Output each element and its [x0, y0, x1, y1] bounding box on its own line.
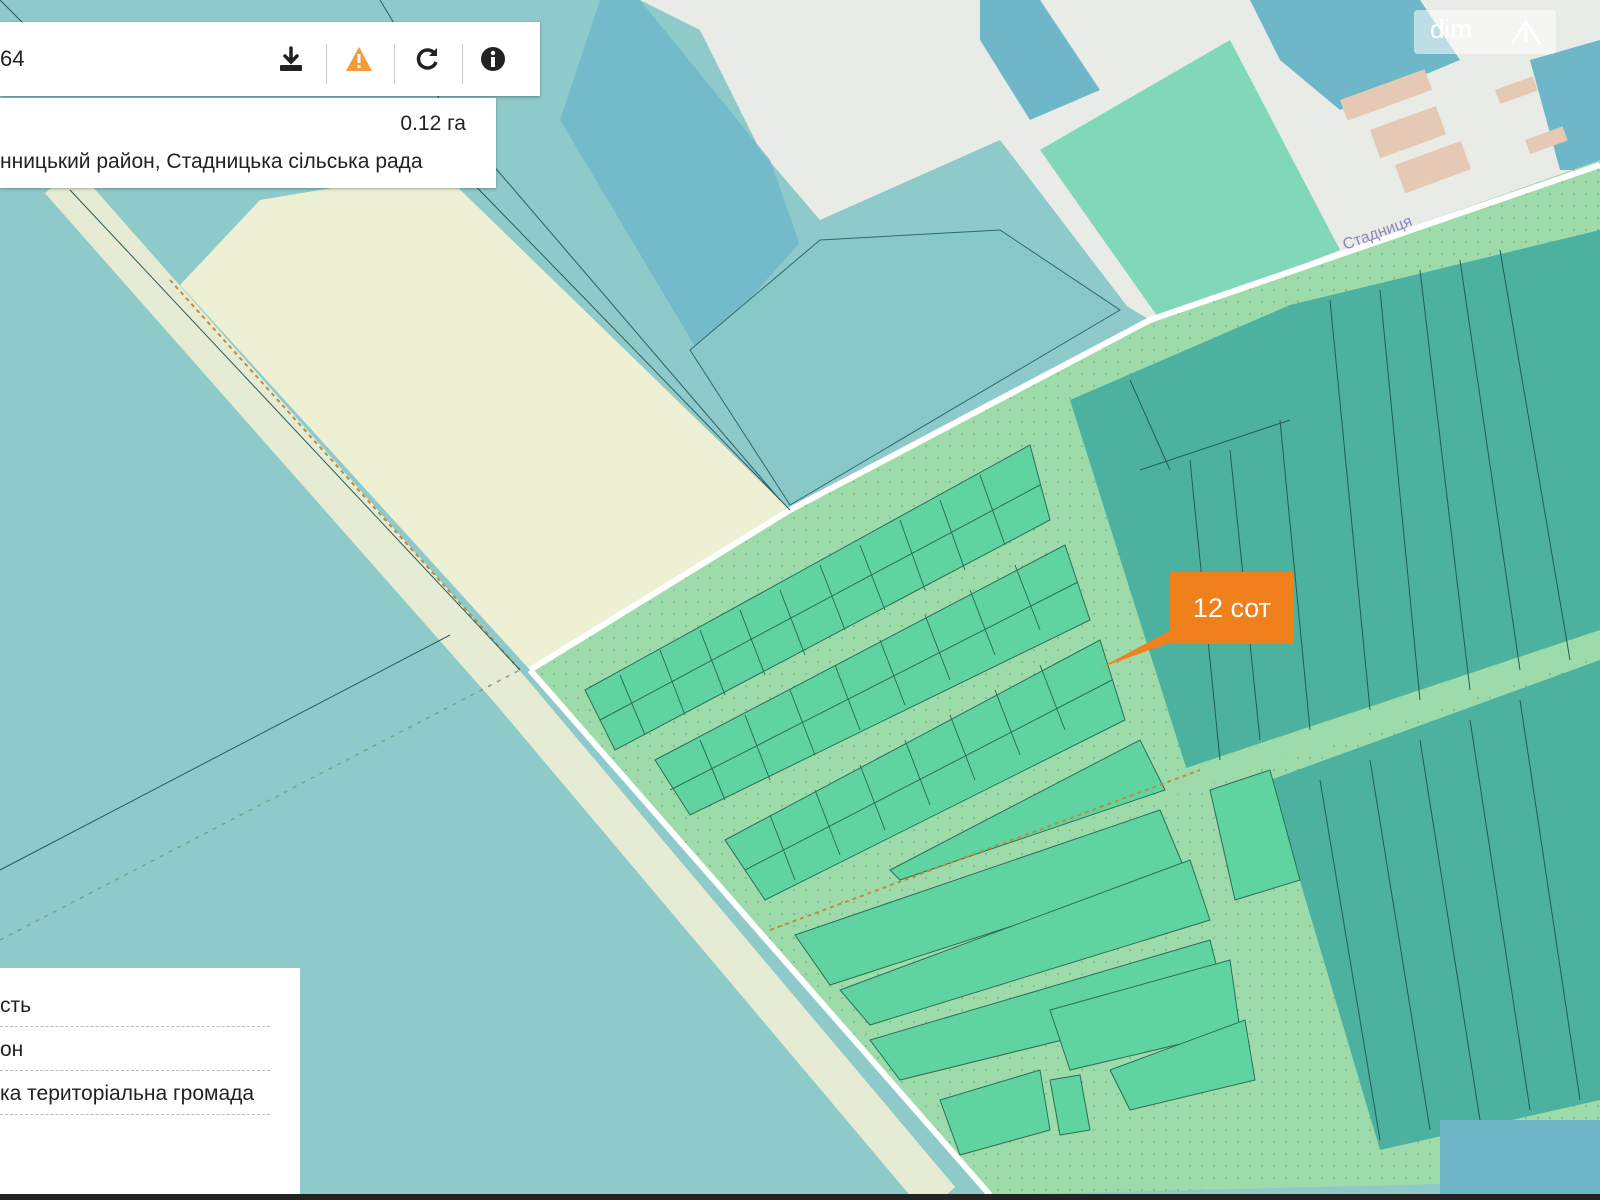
logo-text: dim: [1430, 14, 1472, 44]
download-button[interactable]: [268, 36, 314, 82]
dim-logo: dim: [1414, 10, 1556, 54]
parcel-info-panel: 0.12 га нницький район, Стадницька сільс…: [0, 98, 496, 188]
info-icon: [481, 47, 505, 71]
warning-icon: [346, 47, 372, 71]
info-button[interactable]: [470, 36, 516, 82]
cadastral-number: 64: [0, 46, 25, 71]
bottom-bar: [0, 1194, 1600, 1200]
parcel-toolbar: 64: [0, 22, 540, 96]
area-callout: 12 сот: [1170, 572, 1294, 644]
bottom-strip: [1440, 1120, 1600, 1195]
legend-item-region[interactable]: сть: [0, 994, 270, 1027]
toolbar-divider: [462, 44, 463, 84]
parcel-area: 0.12 га: [400, 112, 466, 135]
toolbar-divider: [394, 44, 395, 84]
legend-item-district[interactable]: он: [0, 1038, 270, 1071]
toolbar-divider: [326, 44, 327, 84]
parcel-address: нницький район, Стадницька сільська рада: [0, 150, 423, 173]
legend-item-community[interactable]: ка територіальна громада: [0, 1082, 270, 1115]
warning-button[interactable]: [336, 36, 382, 82]
admin-legend-panel: сть он ка територіальна громада: [0, 968, 300, 1196]
refresh-icon: [416, 48, 438, 70]
refresh-button[interactable]: [404, 36, 450, 82]
download-icon: [280, 46, 302, 71]
logo-symbol: [1510, 19, 1542, 45]
